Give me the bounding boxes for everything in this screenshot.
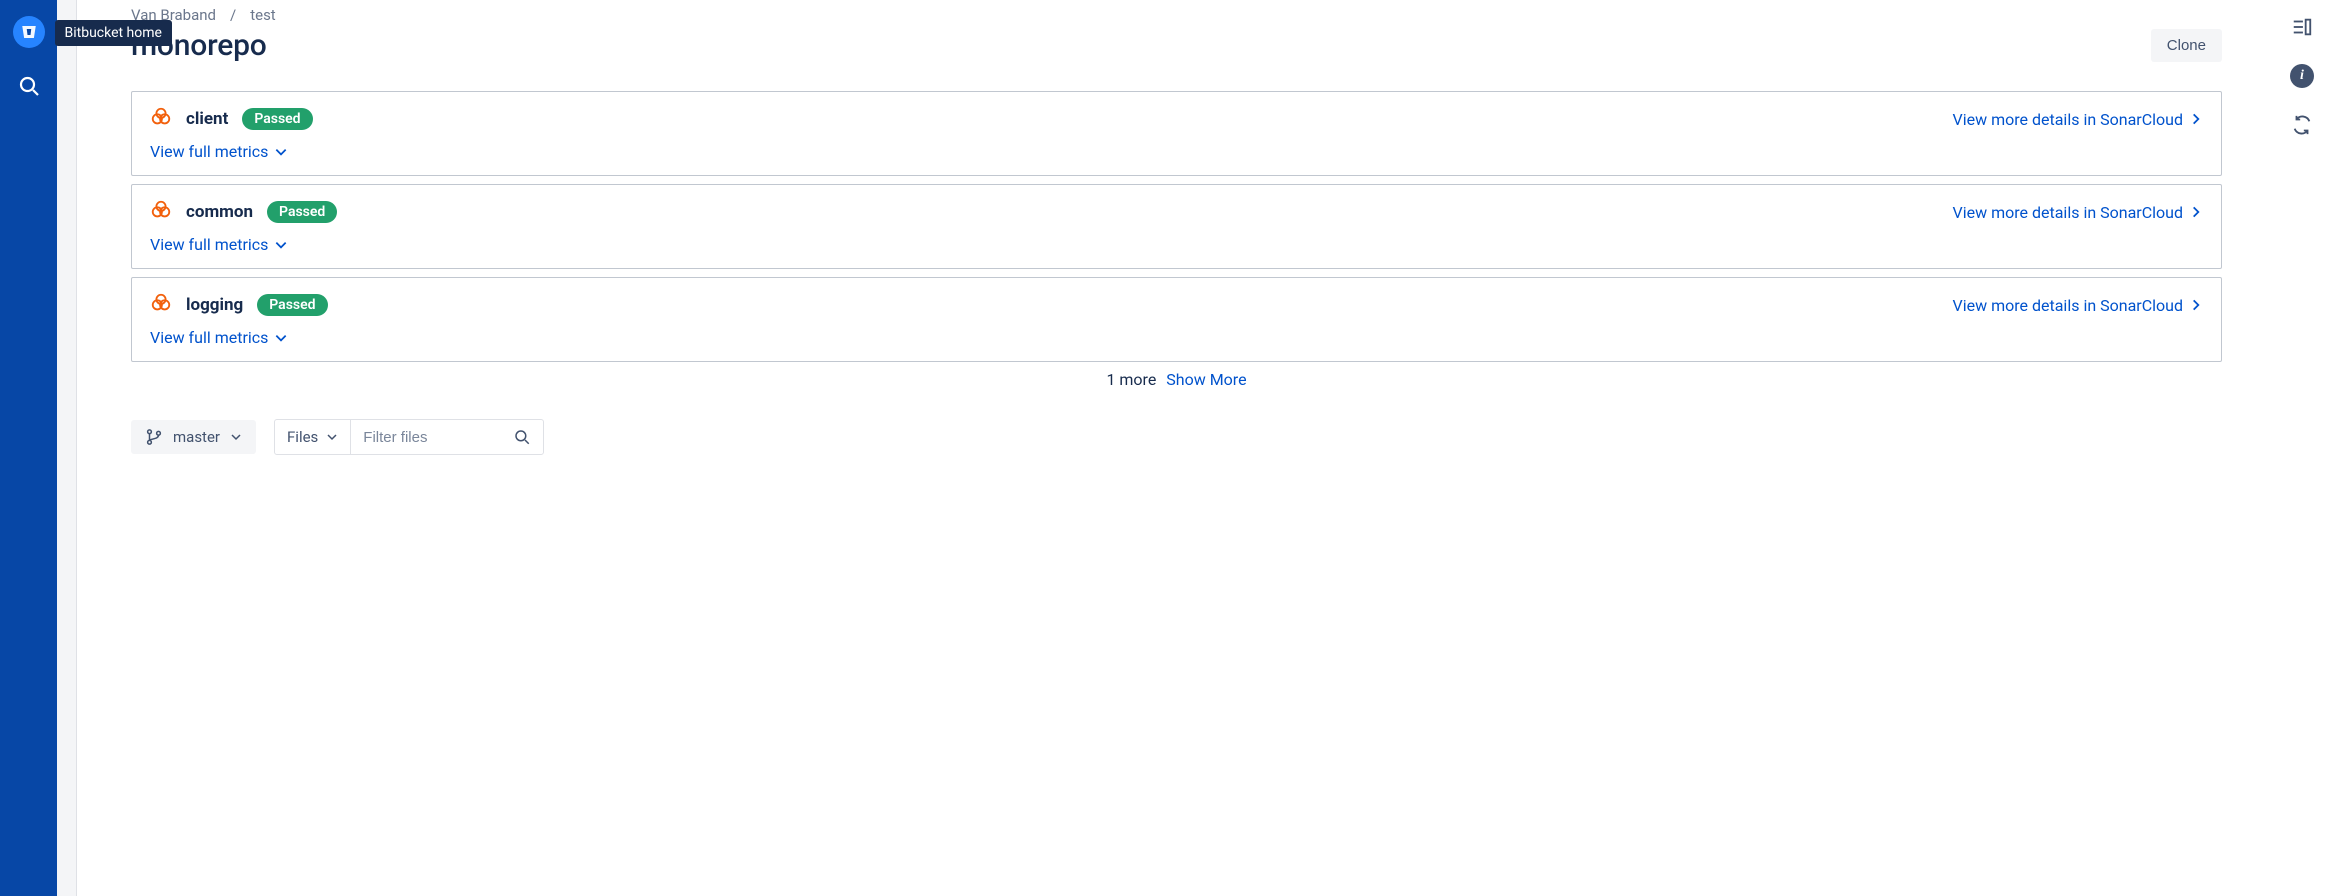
branch-selector[interactable]: master: [131, 420, 256, 454]
chevron-right-icon: [2189, 205, 2203, 219]
breadcrumb-separator: /: [230, 6, 236, 24]
card-name: logging: [186, 295, 243, 315]
chevron-down-icon: [274, 331, 288, 345]
view-details-label: View more details in SonarCloud: [1953, 203, 2183, 222]
source-filter-bar: master Files: [131, 419, 2222, 455]
search-icon: [513, 428, 531, 446]
sonar-card: logging Passed View more details in Sona…: [131, 277, 2222, 362]
bitbucket-icon: [20, 23, 38, 41]
scope-label: Files: [287, 428, 318, 446]
sonar-card: common Passed View more details in Sonar…: [131, 184, 2222, 269]
card-name: client: [186, 109, 228, 129]
scope-selector[interactable]: Files: [275, 420, 351, 454]
card-name: common: [186, 202, 253, 222]
branch-icon: [145, 428, 163, 446]
bitbucket-logo[interactable]: [13, 16, 45, 48]
file-filter-group: Files: [274, 419, 544, 455]
breadcrumb-project[interactable]: test: [250, 6, 276, 24]
view-metrics-link[interactable]: View full metrics: [150, 235, 2203, 254]
chevron-right-icon: [2189, 298, 2203, 312]
sonarcloud-icon: [150, 199, 172, 225]
info-button[interactable]: i: [2290, 64, 2314, 88]
sonar-card: client Passed View more details in Sonar…: [131, 91, 2222, 176]
status-badge: Passed: [242, 108, 312, 130]
branch-name: master: [173, 428, 220, 446]
sync-icon: [2291, 114, 2313, 136]
status-badge: Passed: [267, 201, 337, 223]
view-details-label: View more details in SonarCloud: [1953, 296, 2183, 315]
sonarcloud-icon: [150, 292, 172, 318]
main-content: Van Braband / test monorepo Clone: [77, 0, 2276, 896]
view-metrics-label: View full metrics: [150, 235, 268, 254]
chevron-down-icon: [274, 238, 288, 252]
sync-button[interactable]: [2291, 114, 2313, 136]
view-details-link[interactable]: View more details in SonarCloud: [1953, 296, 2203, 315]
breadcrumb: Van Braband / test: [131, 6, 2222, 24]
left-nav-rail: Bitbucket home: [0, 0, 57, 896]
view-details-link[interactable]: View more details in SonarCloud: [1953, 203, 2203, 222]
chevron-down-icon: [326, 431, 338, 443]
view-metrics-link[interactable]: View full metrics: [150, 328, 2203, 347]
right-rail: i: [2276, 0, 2328, 896]
clone-button[interactable]: Clone: [2151, 29, 2222, 62]
pagination-row: 1 more Show More: [131, 370, 2222, 389]
view-metrics-label: View full metrics: [150, 328, 268, 347]
chevron-down-icon: [230, 431, 242, 443]
filter-files-input[interactable]: [351, 421, 501, 454]
tooltip-home: Bitbucket home: [55, 20, 172, 46]
chevron-right-icon: [2189, 112, 2203, 126]
collapsed-project-sidebar[interactable]: [57, 0, 77, 896]
info-icon: i: [2290, 64, 2314, 88]
panel-icon: [2291, 16, 2313, 38]
view-details-link[interactable]: View more details in SonarCloud: [1953, 110, 2203, 129]
search-icon: [17, 74, 41, 98]
view-metrics-label: View full metrics: [150, 142, 268, 161]
more-count: 1 more: [1106, 370, 1156, 389]
panel-toggle-button[interactable]: [2291, 16, 2313, 38]
show-more-link[interactable]: Show More: [1166, 370, 1246, 389]
status-badge: Passed: [257, 294, 327, 316]
view-metrics-link[interactable]: View full metrics: [150, 142, 2203, 161]
chevron-down-icon: [274, 145, 288, 159]
sonarcloud-icon: [150, 106, 172, 132]
filter-search-button[interactable]: [501, 422, 543, 452]
global-search-button[interactable]: [17, 74, 41, 102]
sonar-cards-list: client Passed View more details in Sonar…: [131, 91, 2222, 362]
view-details-label: View more details in SonarCloud: [1953, 110, 2183, 129]
